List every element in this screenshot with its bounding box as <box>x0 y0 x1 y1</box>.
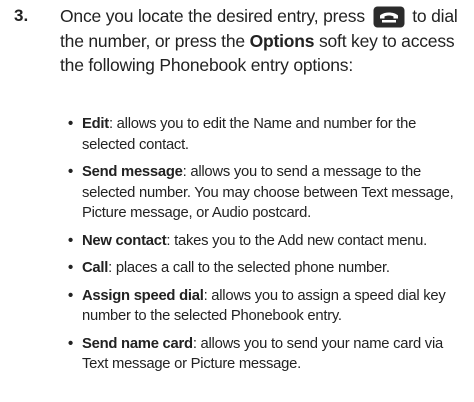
bullet-icon: • <box>68 232 73 249</box>
option-call: • Call: places a call to the selected ph… <box>68 258 468 279</box>
option-term: Edit <box>82 116 109 132</box>
option-new-contact: • New contact: takes you to the Add new … <box>68 231 468 252</box>
step-instruction: Once you locate the desired entry, press… <box>60 4 465 78</box>
bullet-icon: • <box>68 116 73 132</box>
manual-page: 3. Once you locate the desired entry, pr… <box>0 0 474 402</box>
option-term: New contact <box>82 232 167 249</box>
bullet-icon: • <box>68 287 73 304</box>
option-send-name-card: • Send name card: allows you to send you… <box>68 334 468 375</box>
option-term: Assign speed dial <box>82 287 204 304</box>
step-number: 3. <box>14 6 29 25</box>
option-term: Send name card <box>82 335 193 352</box>
bullet-icon: • <box>68 335 73 352</box>
option-send-message: • Send message: allows you to send a mes… <box>68 162 468 224</box>
phonebook-options-list: • Edit: allows you to edit the Name and … <box>68 114 468 382</box>
bullet-icon: • <box>68 260 73 276</box>
option-assign-speed-dial: • Assign speed dial: allows you to assig… <box>68 286 468 327</box>
option-term: Call <box>82 260 109 276</box>
option-description: : takes you to the Add new contact menu. <box>166 232 428 249</box>
option-term: Send message <box>82 164 183 180</box>
bullet-icon: • <box>68 164 73 180</box>
options-softkey-label: Options <box>249 30 315 51</box>
send-key-icon <box>373 6 405 28</box>
option-description: : allows you to edit the Name and number… <box>82 116 417 153</box>
step-text-part-1: Once you locate the desired entry, press <box>60 6 365 26</box>
option-edit: • Edit: allows you to edit the Name and … <box>68 114 468 155</box>
option-description: : places a call to the selected phone nu… <box>108 260 390 276</box>
